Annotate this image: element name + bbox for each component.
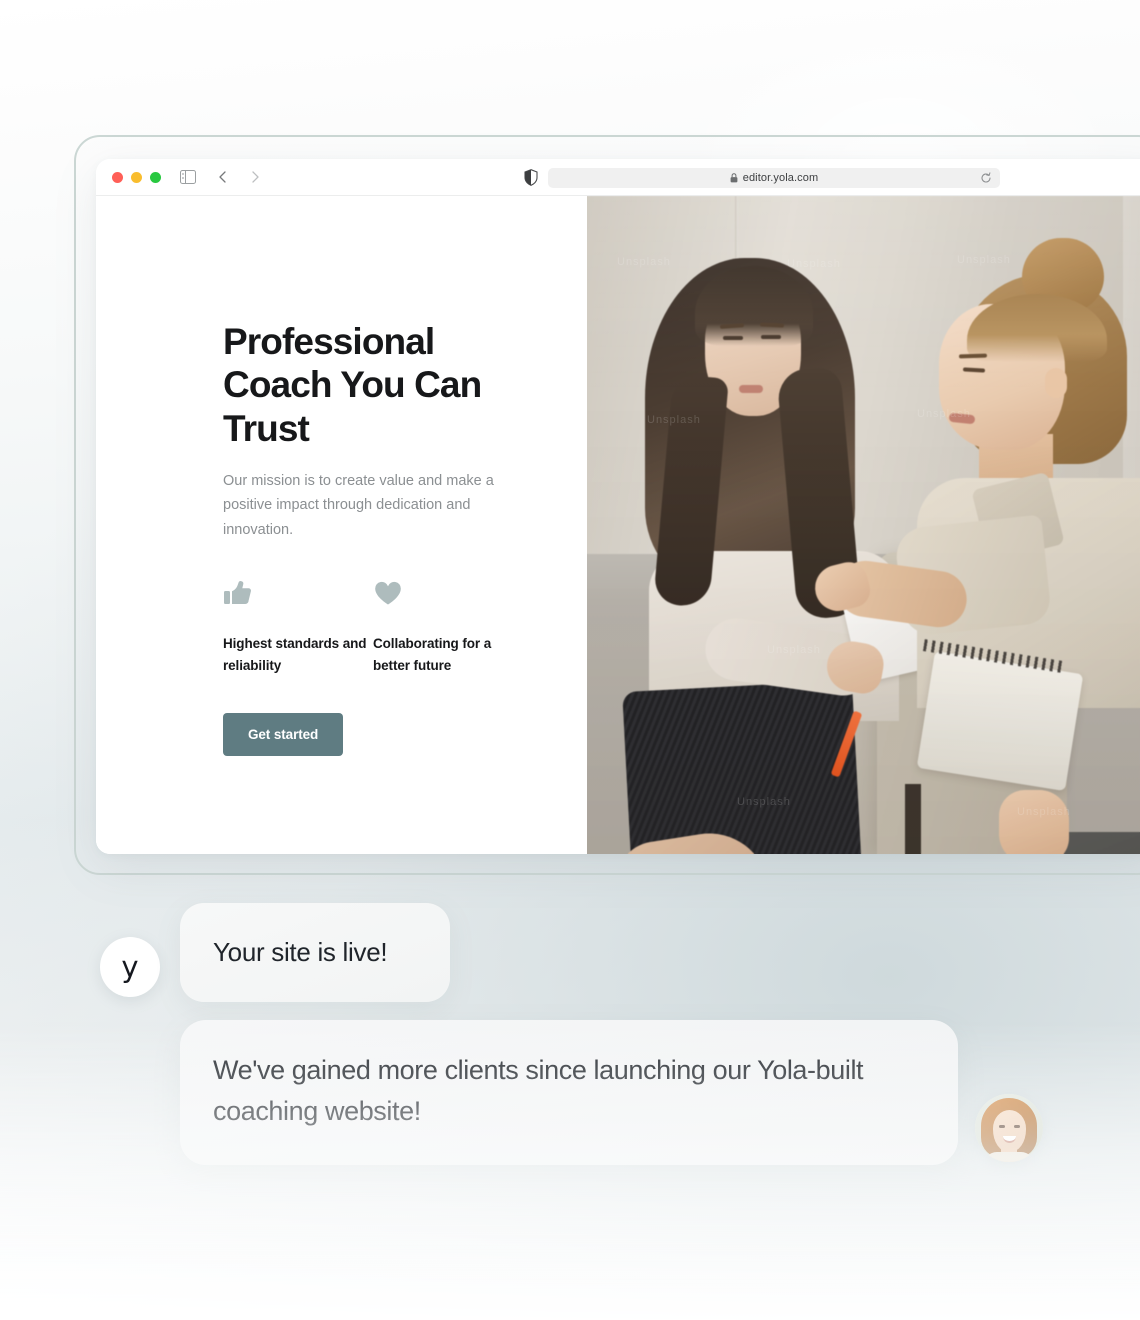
- avatar-body: [983, 1152, 1035, 1162]
- browser-toolbar: editor.yola.com: [96, 159, 1140, 196]
- chat-message-text: We've gained more clients since launchin…: [213, 1055, 864, 1127]
- avatar-eye: [1014, 1125, 1020, 1128]
- chevron-right-icon[interactable]: [246, 168, 264, 186]
- chat-message-yola: Your site is live!: [180, 903, 450, 1002]
- avatar-face: [993, 1110, 1026, 1152]
- window-controls[interactable]: [112, 172, 161, 183]
- avatar-eye: [999, 1125, 1005, 1128]
- heart-icon: [375, 581, 401, 605]
- browser-window: editor.yola.com Professional Coach You C…: [96, 159, 1140, 854]
- reload-icon[interactable]: [980, 172, 992, 184]
- website-viewport: Professional Coach You Can Trust Our mis…: [96, 196, 1140, 854]
- avatar: y: [100, 937, 160, 997]
- hero-subtitle: Our mission is to create value and make …: [223, 472, 494, 538]
- address-bar-content: editor.yola.com: [548, 168, 1000, 188]
- feature-item: Highest standards and reliability: [223, 578, 373, 677]
- sidebar-icon[interactable]: [180, 169, 196, 185]
- url-text: editor.yola.com: [742, 172, 819, 184]
- feature-item: Collaborating for a better future: [373, 578, 523, 677]
- navigation-buttons[interactable]: [214, 168, 264, 186]
- feature-label: Collaborating for a better future: [373, 635, 492, 673]
- shield-icon[interactable]: [524, 169, 538, 186]
- minimize-window-button[interactable]: [131, 172, 142, 183]
- get-started-button[interactable]: Get started: [223, 712, 344, 756]
- close-window-button[interactable]: [112, 172, 123, 183]
- yola-logo-icon: y: [121, 949, 139, 984]
- page-title: Professional Coach You Can Trust: [223, 321, 482, 449]
- feature-list: Highest standards and reliability Collab…: [223, 578, 523, 677]
- hero-copy: Professional Coach You Can Trust Our mis…: [223, 320, 523, 756]
- maximize-window-button[interactable]: [150, 172, 161, 183]
- chevron-left-icon[interactable]: [214, 168, 232, 186]
- photo-overlay: [587, 196, 1140, 854]
- chat-message-text: Your site is live!: [213, 937, 388, 967]
- feature-label: Highest standards and reliability: [223, 635, 367, 673]
- lock-icon: [730, 173, 738, 183]
- thumbs-up-icon: [224, 581, 251, 604]
- hero-text-column: Professional Coach You Can Trust Our mis…: [96, 196, 587, 854]
- avatar: [975, 1094, 1043, 1162]
- hero-image: Unsplash Unsplash Unsplash Unsplash Unsp…: [587, 196, 1140, 854]
- address-bar[interactable]: editor.yola.com: [548, 168, 1000, 188]
- chat-message-client: We've gained more clients since launchin…: [180, 1020, 958, 1165]
- page-root: editor.yola.com Professional Coach You C…: [0, 0, 1140, 1320]
